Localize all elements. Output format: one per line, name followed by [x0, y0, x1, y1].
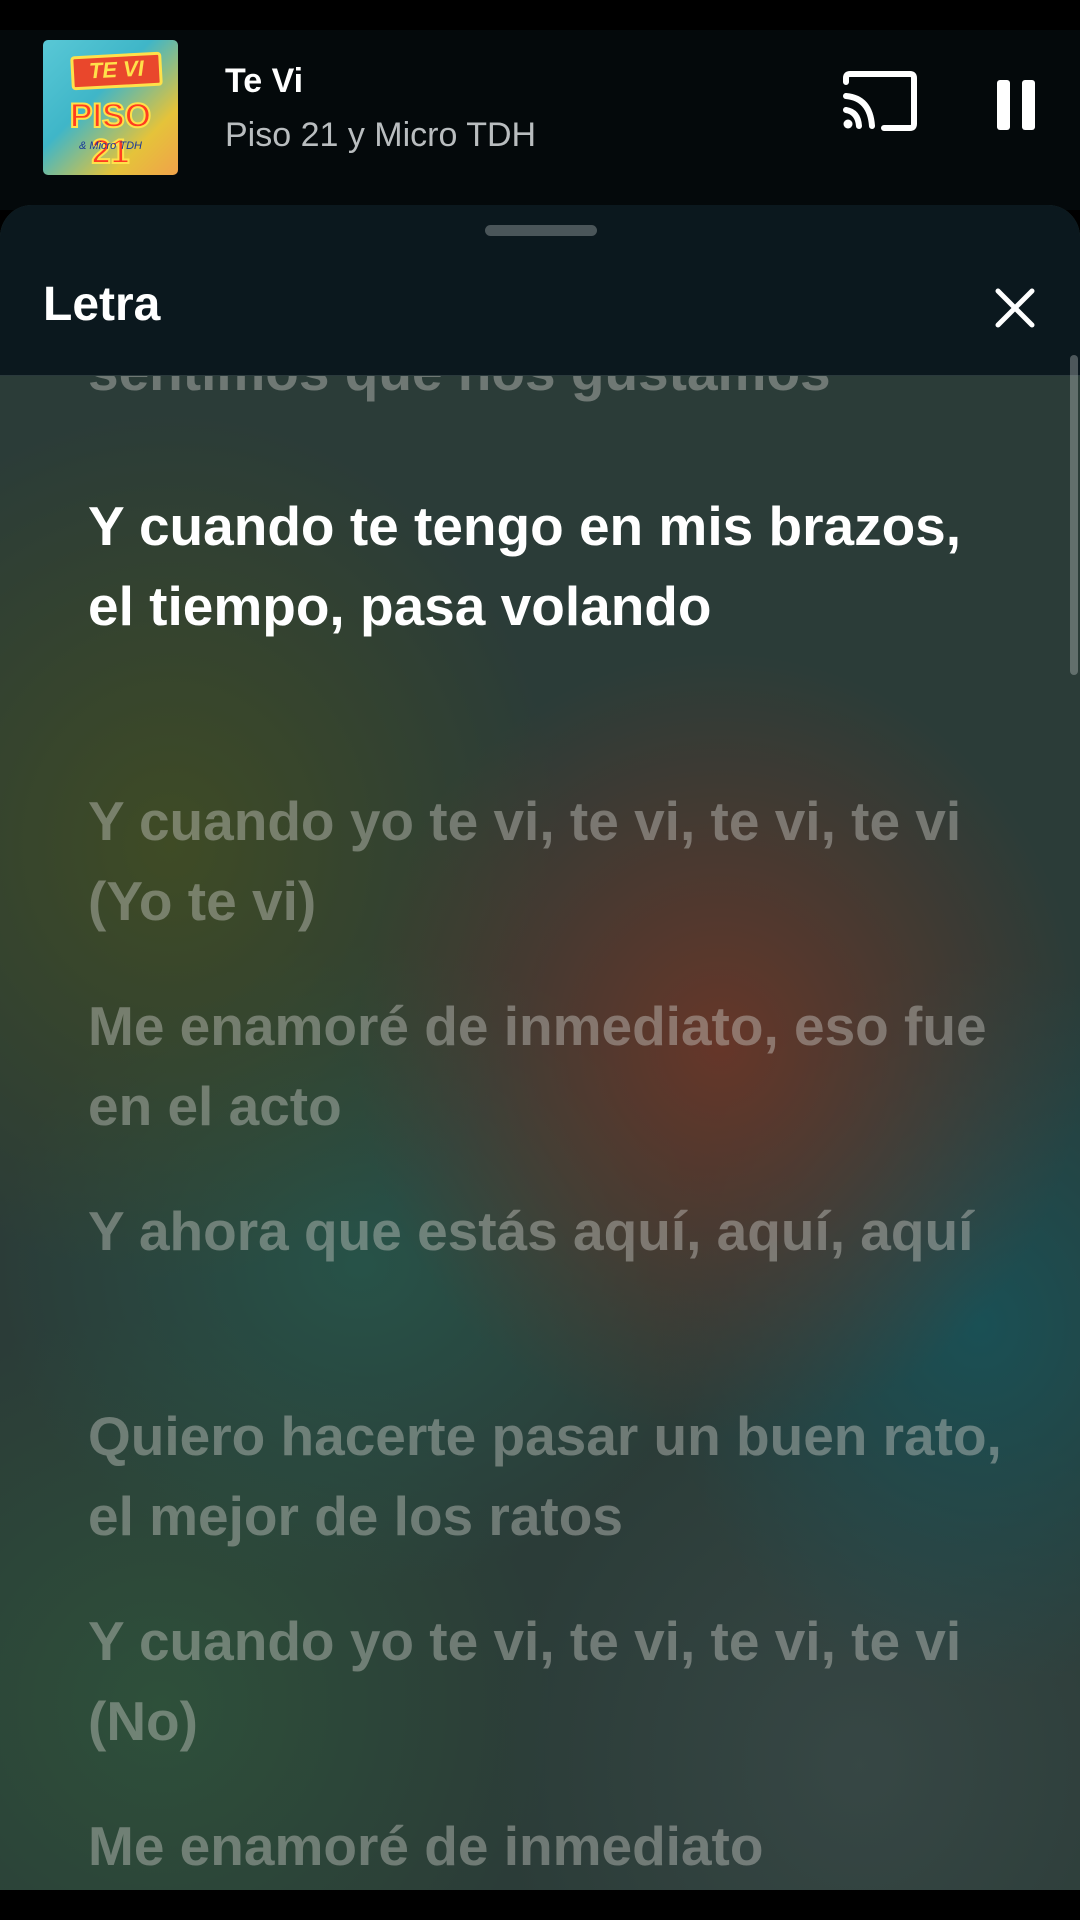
- lyric-line[interactable]: sentimos que nos gustamos: [88, 376, 1008, 411]
- lyrics-sheet: Letra sentimos que nos gustamos Y cuando…: [0, 205, 1080, 1890]
- album-art[interactable]: TE VI PISO 21 & Micro TDH: [43, 40, 178, 175]
- track-artist: Piso 21 y Micro TDH: [225, 116, 537, 154]
- cast-button[interactable]: [840, 70, 920, 140]
- pause-button[interactable]: [985, 70, 1045, 140]
- close-button[interactable]: [990, 283, 1040, 333]
- drag-handle[interactable]: [485, 225, 597, 236]
- lyric-line[interactable]: Y cuando yo te vi, te vi, te vi, te vi (…: [88, 1601, 1008, 1761]
- lyric-line[interactable]: Y cuando yo te vi, te vi, te vi, te vi (…: [88, 781, 1008, 941]
- lyrics-list[interactable]: sentimos que nos gustamos Y cuando te te…: [88, 376, 1018, 1890]
- lyrics-scrollbar[interactable]: [1070, 355, 1078, 675]
- lyric-line-active[interactable]: Y cuando te tengo en mis brazos, el tiem…: [88, 486, 1008, 646]
- lyric-line[interactable]: Quiero hacerte pasar un buen rato, el me…: [88, 1396, 1008, 1556]
- mini-player[interactable]: TE VI PISO 21 & Micro TDH Te Vi Piso 21 …: [0, 30, 1080, 210]
- album-art-title: TE VI: [70, 51, 163, 91]
- cast-icon: [843, 71, 917, 131]
- pause-icon: [997, 80, 1035, 130]
- album-art-artist: PISO 21: [69, 97, 152, 171]
- lyric-line[interactable]: Me enamoré de inmediato: [88, 1806, 1008, 1886]
- album-art-featuring: & Micro TDH: [79, 140, 142, 152]
- lyrics-sheet-header: Letra: [0, 205, 1080, 376]
- close-icon: [995, 288, 1035, 328]
- lyric-line[interactable]: Y ahora que estás aquí, aquí, aquí: [88, 1191, 1008, 1271]
- lyric-line[interactable]: Me enamoré de inmediato, eso fue en el a…: [88, 986, 1008, 1146]
- system-bottom-bar: [0, 1890, 1080, 1920]
- lyrics-sheet-title: Letra: [43, 278, 161, 331]
- screen: TE VI PISO 21 & Micro TDH Te Vi Piso 21 …: [0, 0, 1080, 1920]
- track-title: Te Vi: [225, 62, 304, 100]
